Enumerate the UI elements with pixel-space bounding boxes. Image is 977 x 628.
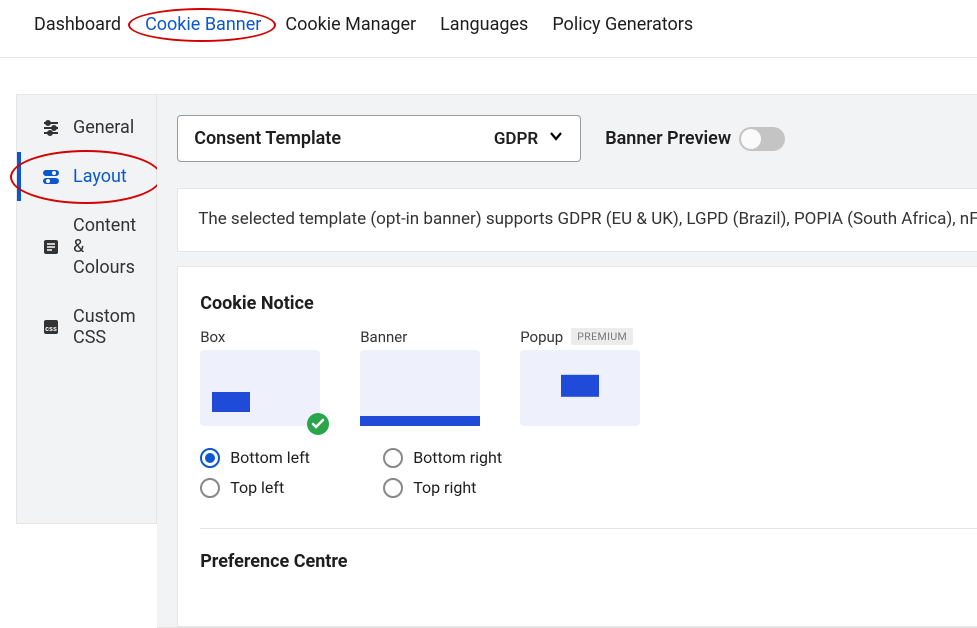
position-bottom-left[interactable]: Bottom left xyxy=(200,448,365,468)
sidebar-item-label: General xyxy=(73,117,134,138)
sidebar: General Layout C xyxy=(16,94,157,524)
position-top-left[interactable]: Top left xyxy=(200,478,365,498)
sidebar-item-general[interactable]: General xyxy=(17,103,156,152)
cookie-notice-card: Cookie Notice Box Banner xyxy=(177,266,977,627)
sidebar-item-label: Layout xyxy=(73,166,127,187)
chevron-down-icon xyxy=(548,128,564,149)
sidebar-item-content-colours[interactable]: Content & Colours xyxy=(17,201,156,292)
nav-item-cookie-banner[interactable]: Cookie Banner xyxy=(145,14,261,35)
top-nav: Dashboard Cookie Banner Cookie Manager L… xyxy=(0,0,977,58)
sidebar-item-custom-css[interactable]: css Custom CSS xyxy=(17,292,156,362)
nav-item-dashboard[interactable]: Dashboard xyxy=(34,14,121,35)
premium-badge: PREMIUM xyxy=(571,328,633,345)
main-panel: Consent Template GDPR Banner Preview The… xyxy=(157,94,977,628)
preference-centre-heading: Preference Centre xyxy=(200,551,977,572)
layout-icon xyxy=(41,167,61,187)
banner-preview-toggle[interactable] xyxy=(739,127,785,151)
radio-icon xyxy=(383,478,403,498)
radio-label: Top left xyxy=(230,478,284,497)
notice-type-banner[interactable] xyxy=(360,350,480,426)
notice-type-popup[interactable] xyxy=(520,350,640,426)
svg-text:css: css xyxy=(45,326,57,333)
sidebar-item-layout[interactable]: Layout xyxy=(17,152,156,201)
check-circle-icon xyxy=(306,412,330,436)
consent-template-value: GDPR xyxy=(494,129,538,149)
nav-item-policy-generators[interactable]: Policy Generators xyxy=(552,14,693,35)
consent-template-label: Consent Template xyxy=(194,128,341,149)
divider xyxy=(200,528,977,529)
radio-icon xyxy=(383,448,403,468)
sliders-icon xyxy=(41,118,61,138)
position-radio-group: Bottom left Bottom right Top left Top ri… xyxy=(200,448,977,498)
radio-icon xyxy=(200,448,220,468)
nav-item-cookie-manager[interactable]: Cookie Manager xyxy=(285,14,416,35)
consent-template-select[interactable]: Consent Template GDPR xyxy=(177,115,581,162)
radio-label: Bottom right xyxy=(413,448,502,467)
notice-type-label-popup: Popup xyxy=(520,328,563,346)
radio-icon xyxy=(200,478,220,498)
radio-label: Bottom left xyxy=(230,448,310,467)
sidebar-item-label: Custom CSS xyxy=(73,306,136,348)
notice-type-box[interactable] xyxy=(200,350,320,426)
radio-label: Top right xyxy=(413,478,476,497)
nav-item-languages[interactable]: Languages xyxy=(440,14,528,35)
cookie-notice-heading: Cookie Notice xyxy=(200,293,977,314)
sidebar-item-label: Content & Colours xyxy=(73,215,136,278)
content-icon xyxy=(41,237,61,257)
notice-type-label-banner: Banner xyxy=(360,328,480,346)
position-top-right[interactable]: Top right xyxy=(383,478,548,498)
notice-type-label-box: Box xyxy=(200,328,320,346)
banner-preview-label: Banner Preview xyxy=(605,128,731,149)
css-icon: css xyxy=(41,317,61,337)
template-description: The selected template (opt-in banner) su… xyxy=(177,188,977,252)
position-bottom-right[interactable]: Bottom right xyxy=(383,448,548,468)
